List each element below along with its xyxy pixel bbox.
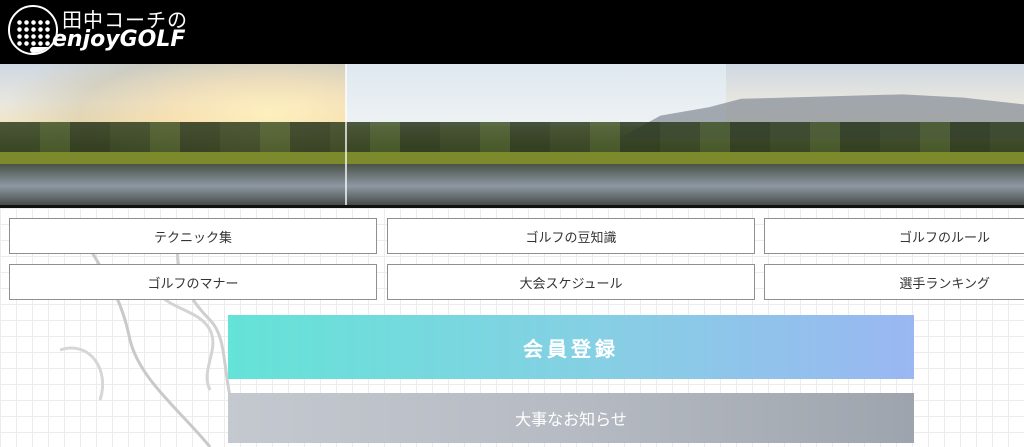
golf-ball-icon xyxy=(8,5,58,55)
member-registration-button[interactable]: 会員登録 xyxy=(228,315,914,379)
logo-subtitle: enjoyGOLF xyxy=(52,27,186,52)
nav-technique[interactable]: テクニック集 xyxy=(9,218,377,254)
nav-golf-rules-label: ゴルフのルール xyxy=(898,230,990,246)
site-header: 田中コーチの enjoyGOLF xyxy=(0,0,1024,64)
member-registration-label: 会員登録 xyxy=(523,336,619,361)
site-logo[interactable]: 田中コーチの enjoyGOLF xyxy=(8,3,198,61)
important-notice-button[interactable]: 大事なお知らせ xyxy=(228,393,914,443)
nav-golf-rules[interactable]: ゴルフのルール xyxy=(764,218,1024,254)
nav-tournament-schedule-label: 大会スケジュール xyxy=(519,276,623,292)
nav-golf-manners-label: ゴルフのマナー xyxy=(147,276,239,292)
nav-golf-manners[interactable]: ゴルフのマナー xyxy=(9,264,377,300)
important-notice-label: 大事なお知らせ xyxy=(515,410,627,429)
nav-golf-trivia[interactable]: ゴルフの豆知識 xyxy=(387,218,755,254)
nav-technique-label: テクニック集 xyxy=(153,230,232,246)
nav-player-ranking[interactable]: 選手ランキング xyxy=(764,264,1024,300)
nav-golf-trivia-label: ゴルフの豆知識 xyxy=(525,230,617,246)
pond-reflection-image xyxy=(0,164,1024,205)
nav-tournament-schedule[interactable]: 大会スケジュール xyxy=(387,264,755,300)
hero-banner xyxy=(0,64,1024,208)
nav-player-ranking-label: 選手ランキング xyxy=(899,276,990,292)
